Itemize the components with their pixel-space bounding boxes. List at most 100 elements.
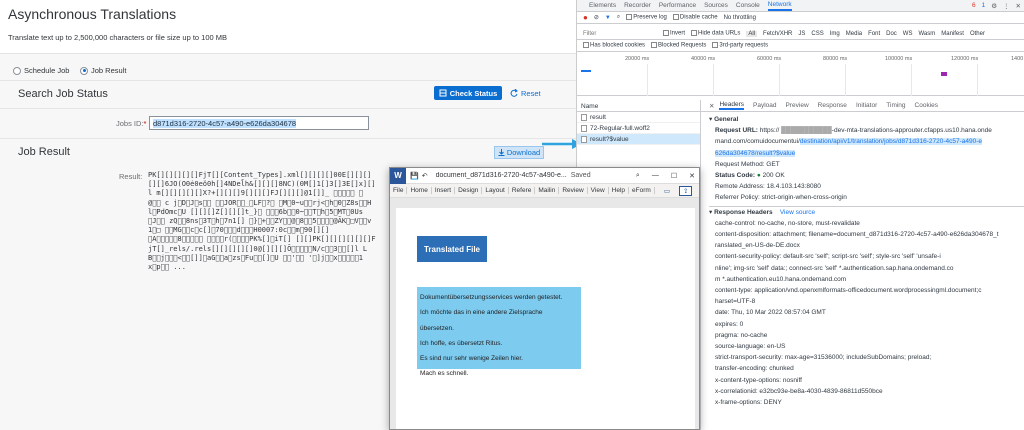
- tab-network[interactable]: Network: [767, 1, 792, 11]
- type-fetch[interactable]: Fetch/XHR: [763, 31, 792, 37]
- tab-console[interactable]: Console: [736, 2, 760, 9]
- radio-circle-selected[interactable]: [80, 66, 88, 75]
- hide-data-urls-checkbox[interactable]: Hide data URLs: [691, 30, 740, 37]
- tab-recorder[interactable]: Recorder: [624, 2, 651, 9]
- network-timeline[interactable]: 20000 ms 40000 ms 60000 ms 80000 ms 1000…: [577, 52, 1024, 96]
- tab-preview[interactable]: Preview: [786, 102, 809, 109]
- grid-line: [647, 64, 648, 96]
- invert-checkbox[interactable]: Invert: [663, 30, 685, 37]
- general-section-header[interactable]: ▾ General: [709, 114, 1024, 125]
- ribbon-design[interactable]: Design: [455, 187, 483, 194]
- preserve-log-checkbox[interactable]: Preserve log: [626, 14, 667, 21]
- type-font[interactable]: Font: [868, 31, 880, 37]
- type-js[interactable]: JS: [798, 31, 805, 37]
- close-detail-icon[interactable]: ✕: [709, 102, 714, 110]
- ribbon-insert[interactable]: Insert: [432, 187, 456, 194]
- gear-icon[interactable]: ⚙: [991, 2, 997, 10]
- minimize-icon[interactable]: —: [652, 172, 659, 180]
- ribbon-home[interactable]: Home: [407, 187, 432, 194]
- ribbon-mailings[interactable]: Mailin: [535, 187, 560, 194]
- undo-icon[interactable]: ↶: [422, 172, 428, 180]
- timeline-tick: 40000 ms: [691, 56, 716, 62]
- tab-sources[interactable]: Sources: [704, 2, 728, 9]
- third-party-checkbox[interactable]: 3rd-party requests: [712, 42, 768, 49]
- jobs-id-input[interactable]: d871d316-2720-4c57-a490-e626da304678: [149, 116, 369, 130]
- type-manifest[interactable]: Manifest: [941, 31, 964, 37]
- info-count[interactable]: 1: [982, 2, 986, 9]
- tab-initiator[interactable]: Initiator: [856, 102, 877, 109]
- check-status-button[interactable]: Check Status: [434, 86, 502, 100]
- type-media[interactable]: Media: [846, 31, 862, 37]
- filter-icon[interactable]: ▼: [605, 15, 611, 21]
- type-img[interactable]: Img: [830, 31, 840, 37]
- header-line: ranslated_en-US-de-DE.docx: [715, 242, 800, 250]
- headers-content: ▾ General Request URL: https:// ████████…: [709, 114, 1024, 408]
- file-icon: [581, 135, 587, 143]
- document-page[interactable]: Translated File Dokumentübersetzungsserv…: [396, 208, 695, 429]
- type-wasm[interactable]: Wasm: [918, 31, 935, 37]
- comments-icon[interactable]: ▭: [661, 187, 673, 195]
- tab-cookies[interactable]: Cookies: [915, 102, 938, 109]
- page-title: Asynchronous Translations: [8, 6, 177, 22]
- ribbon-file[interactable]: File: [390, 187, 408, 194]
- blocked-cookies-checkbox[interactable]: Has blocked cookies: [583, 42, 645, 49]
- radio-circle[interactable]: [13, 66, 21, 75]
- response-headers-title[interactable]: ▾ Response Headers View source: [709, 205, 1024, 218]
- tab-timing[interactable]: Timing: [886, 102, 905, 109]
- type-css[interactable]: CSS: [811, 31, 823, 37]
- tab-performance[interactable]: Performance: [659, 2, 696, 9]
- type-all[interactable]: All: [746, 30, 758, 37]
- jobs-id-label: Jobs ID:*: [116, 119, 147, 128]
- close-icon[interactable]: ✕: [1016, 2, 1021, 10]
- request-url-cont2: 626da304678/result?$value: [715, 149, 796, 157]
- download-button[interactable]: Download: [494, 146, 544, 159]
- clear-icon[interactable]: ⊘: [594, 14, 599, 21]
- referrer-policy: Referrer Policy: strict-origin-when-cros…: [715, 194, 847, 202]
- header-line: x-frame-options: DENY: [715, 399, 782, 407]
- radio-job-result[interactable]: Job Result: [80, 66, 126, 75]
- maximize-icon[interactable]: ☐: [671, 172, 677, 180]
- type-doc[interactable]: Doc: [886, 31, 897, 37]
- timeline-tick: 100000 ms: [885, 56, 913, 62]
- radio-schedule-job[interactable]: Schedule Job: [13, 66, 69, 75]
- reset-button[interactable]: Reset: [510, 86, 541, 100]
- tab-payload[interactable]: Payload: [753, 102, 777, 109]
- request-row[interactable]: result: [577, 112, 700, 123]
- translated-text-box[interactable]: Dokumentübersetzungsservices werden gete…: [417, 287, 581, 377]
- reset-icon: [510, 89, 518, 97]
- header-line: date: Thu, 10 Mar 2022 08:57:04 GMT: [715, 309, 826, 317]
- request-row-selected[interactable]: result?$value: [577, 134, 700, 145]
- tab-response[interactable]: Response: [818, 102, 847, 109]
- blocked-requests-checkbox[interactable]: Blocked Requests: [651, 42, 706, 49]
- ribbon-layout[interactable]: Layout: [482, 187, 509, 194]
- disable-cache-checkbox[interactable]: Disable cache: [672, 14, 718, 21]
- filter-input[interactable]: Filter: [583, 31, 657, 37]
- word-window: W 💾 ↶ document_d871d316-2720-4c57-a490-e…: [389, 167, 700, 430]
- ribbon-view[interactable]: View: [588, 187, 609, 194]
- search-icon[interactable]: ⌕: [617, 14, 620, 21]
- ribbon-eform[interactable]: eForm: [629, 187, 655, 194]
- close-icon[interactable]: ✕: [689, 172, 695, 180]
- error-count[interactable]: 6: [972, 2, 976, 9]
- share-icon[interactable]: ⇪: [678, 185, 693, 196]
- search-icon[interactable]: ⌕: [636, 172, 640, 180]
- timeline-tick: 120000 ms: [951, 56, 979, 62]
- throttling-select[interactable]: No throttling: [724, 15, 756, 21]
- more-icon[interactable]: ⋮: [1003, 2, 1010, 10]
- record-icon[interactable]: ●: [583, 13, 588, 22]
- translated-line: Mach es schnell.: [420, 370, 469, 378]
- type-ws[interactable]: WS: [903, 31, 913, 37]
- timeline-tick: 60000 ms: [757, 56, 782, 62]
- ribbon-help[interactable]: Help: [609, 187, 630, 194]
- tab-elements[interactable]: Elements: [589, 2, 616, 9]
- type-other[interactable]: Other: [970, 31, 985, 37]
- translated-file-banner: Translated File: [417, 236, 487, 262]
- request-row[interactable]: 72-Regular-full.woff2: [577, 123, 700, 134]
- ribbon-review[interactable]: Review: [559, 187, 588, 194]
- name-column-header[interactable]: Name: [577, 100, 700, 112]
- view-source-link[interactable]: View source: [780, 209, 815, 216]
- save-icon[interactable]: 💾: [410, 172, 419, 180]
- ribbon-references[interactable]: Refere: [509, 187, 536, 194]
- grid-icon: [439, 89, 447, 97]
- tab-headers[interactable]: Headers: [719, 101, 745, 110]
